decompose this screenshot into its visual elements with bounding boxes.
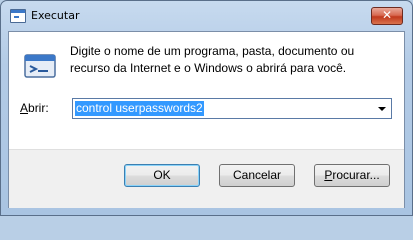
run-program-icon	[24, 54, 56, 78]
close-button[interactable]: ✕	[371, 7, 403, 25]
dialog-description: Digite o nome de um programa, pasta, doc…	[70, 44, 355, 75]
window-title: Executar	[31, 9, 80, 22]
run-window-icon	[10, 9, 26, 23]
browse-button[interactable]: Procurar...	[314, 164, 390, 187]
cancel-button[interactable]: Cancelar	[219, 164, 295, 187]
run-dialog-window: Executar ✕ Digite o nome de um programa,…	[0, 0, 413, 216]
dialog-body: Digite o nome de um programa, pasta, doc…	[8, 31, 405, 208]
open-label: Abrir:	[20, 101, 49, 115]
close-icon: ✕	[381, 8, 393, 22]
ok-button[interactable]: OK	[124, 164, 200, 187]
open-label-accelerator: A	[20, 101, 29, 115]
chevron-down-icon[interactable]	[378, 107, 386, 111]
title-bar[interactable]: Executar ✕	[1, 1, 412, 31]
open-label-rest: brir:	[28, 101, 49, 115]
open-input-value[interactable]: control userpasswords2	[75, 101, 204, 116]
open-combobox[interactable]: control userpasswords2	[72, 98, 392, 119]
browse-label-rest: rocurar...	[332, 168, 380, 182]
